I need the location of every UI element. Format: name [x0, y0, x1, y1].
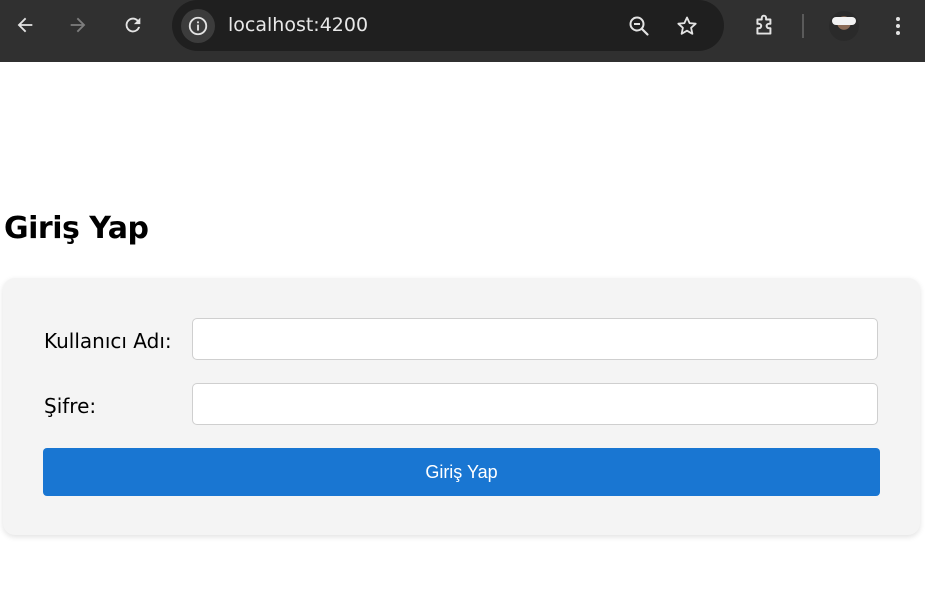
- reload-button[interactable]: [117, 9, 149, 41]
- reload-icon: [125, 17, 141, 33]
- username-label: Kullanıcı Adı:: [44, 329, 172, 353]
- kebab-menu-icon: [896, 17, 900, 35]
- back-button[interactable]: [9, 9, 41, 41]
- bookmark-button[interactable]: [672, 11, 702, 41]
- back-arrow-icon: [17, 17, 33, 33]
- toolbar-divider: [802, 14, 804, 38]
- url-text[interactable]: localhost:4200: [228, 13, 368, 37]
- password-input[interactable]: [192, 383, 878, 425]
- puzzle-icon: [756, 14, 772, 35]
- zoom-button[interactable]: [624, 11, 654, 41]
- browser-toolbar: localhost:4200: [0, 0, 925, 62]
- info-icon: [188, 16, 208, 36]
- site-info-button[interactable]: [181, 9, 215, 43]
- browser-menu-button[interactable]: [883, 11, 913, 41]
- login-form: Kullanıcı Adı: Şifre: Giriş Yap: [3, 278, 920, 535]
- avatar-hat: [832, 17, 856, 25]
- address-bar[interactable]: localhost:4200: [172, 0, 724, 51]
- login-submit-button[interactable]: Giriş Yap: [43, 448, 880, 496]
- password-label: Şifre:: [44, 394, 97, 418]
- username-input[interactable]: [192, 318, 878, 360]
- profile-avatar[interactable]: [829, 11, 859, 41]
- page-title: Giriş Yap: [4, 211, 149, 246]
- star-icon: [677, 16, 697, 35]
- zoom-out-icon: [629, 16, 649, 36]
- forward-button[interactable]: [62, 9, 94, 41]
- extensions-button[interactable]: [750, 11, 780, 41]
- forward-arrow-icon: [70, 17, 86, 33]
